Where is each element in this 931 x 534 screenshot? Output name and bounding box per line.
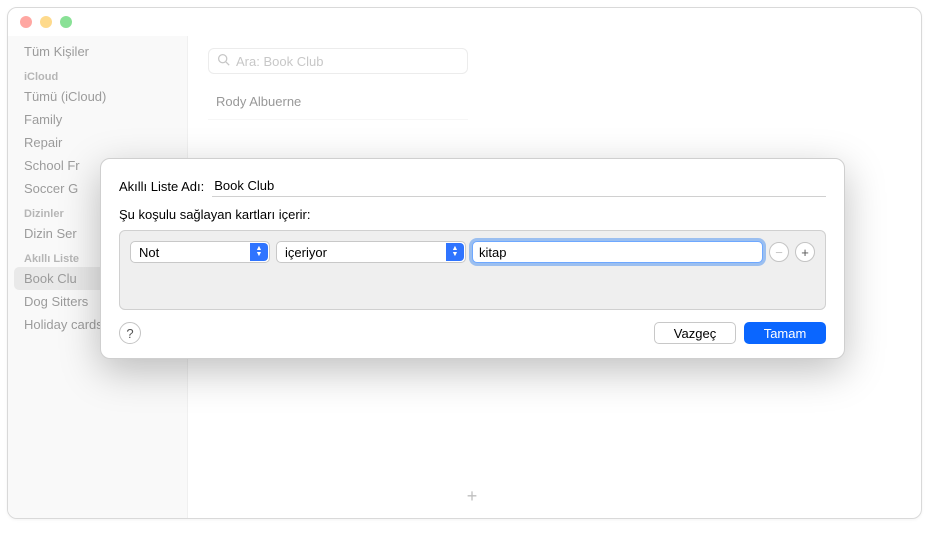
minimize-window-button[interactable]: [40, 16, 52, 28]
help-icon: ?: [126, 326, 133, 341]
search-icon: [217, 53, 230, 69]
sidebar-heading-icloud: iCloud: [8, 63, 187, 85]
search-field[interactable]: [208, 48, 468, 74]
add-contact-button[interactable]: +: [458, 484, 486, 508]
window-titlebar: [8, 8, 921, 36]
rules-box: Not ▲▼ içeriyor ▲▼ − +: [119, 230, 826, 310]
chevron-updown-icon: ▲▼: [250, 243, 268, 261]
fullscreen-window-button[interactable]: [60, 16, 72, 28]
remove-rule-button[interactable]: −: [769, 242, 789, 262]
contact-row[interactable]: Rody Albuerne: [208, 74, 468, 120]
sidebar-item-all-contacts[interactable]: Tüm Kişiler: [8, 40, 187, 63]
conditions-subtitle: Şu koşulu sağlayan kartları içerir:: [119, 207, 826, 222]
search-input[interactable]: [236, 54, 459, 69]
rule-field-value: Not: [139, 245, 159, 260]
add-rule-button[interactable]: +: [795, 242, 815, 262]
name-field-row: Akıllı Liste Adı:: [119, 175, 826, 197]
smart-list-sheet: Akıllı Liste Adı: Şu koşulu sağlayan kar…: [100, 158, 845, 359]
ok-button[interactable]: Tamam: [744, 322, 826, 344]
sidebar-item-family[interactable]: Family: [8, 108, 187, 131]
rule-operator-value: içeriyor: [285, 245, 327, 260]
rule-value-input[interactable]: [472, 241, 763, 263]
chevron-updown-icon: ▲▼: [446, 243, 464, 261]
plus-icon: +: [467, 486, 478, 507]
rule-field-select[interactable]: Not ▲▼: [130, 241, 270, 263]
contacts-window: Tüm Kişiler iCloud Tümü (iCloud) Family …: [7, 7, 922, 519]
name-label: Akıllı Liste Adı:: [119, 179, 204, 194]
plus-icon: +: [801, 245, 809, 260]
sidebar-item-icloud-all[interactable]: Tümü (iCloud): [8, 85, 187, 108]
sidebar-item-repair[interactable]: Repair: [8, 131, 187, 154]
cancel-button[interactable]: Vazgeç: [654, 322, 736, 344]
rule-operator-select[interactable]: içeriyor ▲▼: [276, 241, 466, 263]
help-button[interactable]: ?: [119, 322, 141, 344]
smart-list-name-input[interactable]: [212, 175, 826, 197]
close-window-button[interactable]: [20, 16, 32, 28]
sheet-footer: ? Vazgeç Tamam: [119, 322, 826, 344]
minus-icon: −: [775, 245, 783, 260]
